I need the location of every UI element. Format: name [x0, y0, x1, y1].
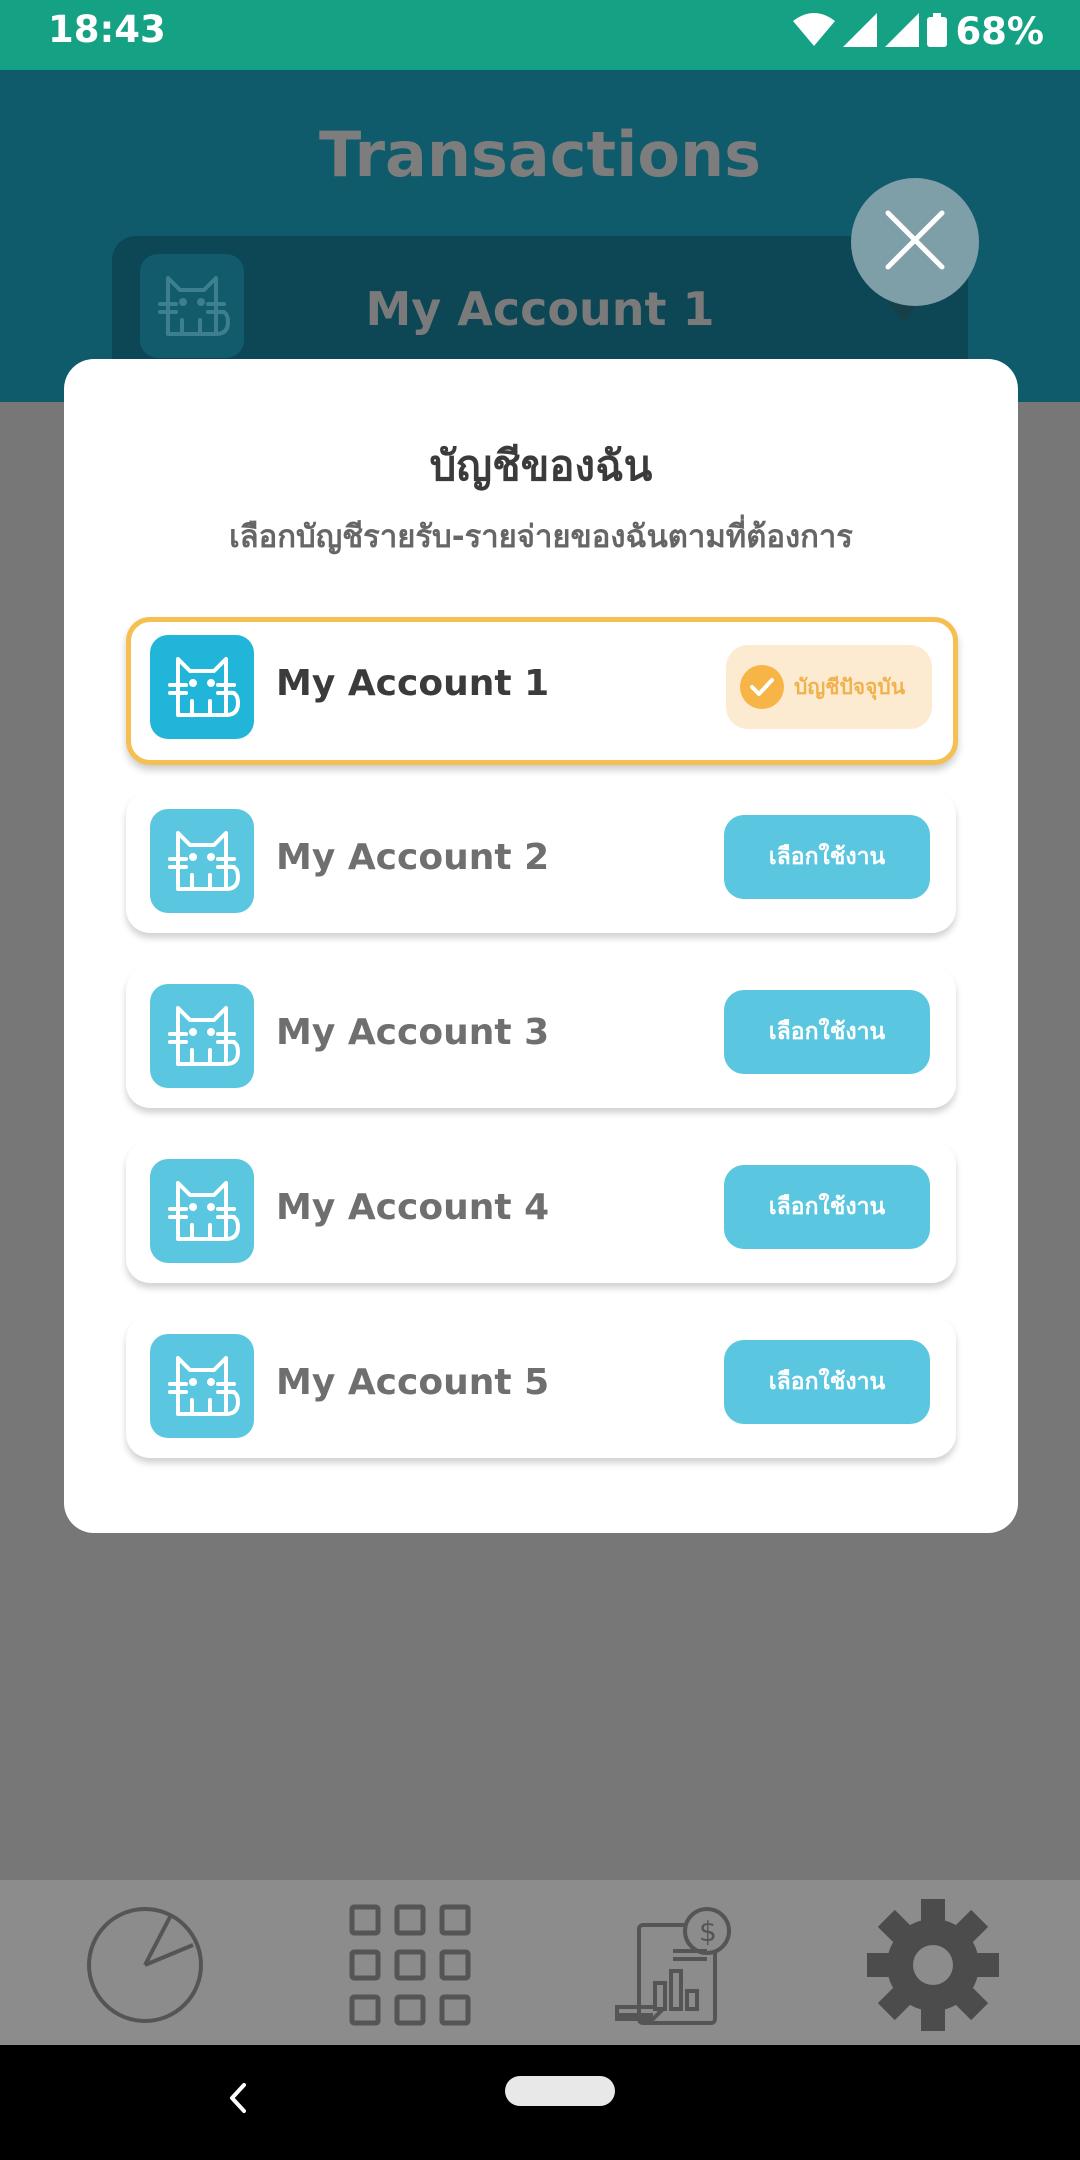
back-button[interactable] — [218, 2075, 258, 2125]
account-card-1[interactable]: My Account 1 บัญชีปัจจุบัน — [126, 617, 958, 765]
nav-item-report[interactable]: $ — [610, 1902, 740, 2032]
account-avatar — [150, 1334, 254, 1438]
gear-icon — [863, 1895, 1003, 2039]
account-name: My Account 3 — [276, 1012, 550, 1053]
account-card-5[interactable]: My Account 5 เลือกใช้งาน — [126, 1316, 956, 1458]
status-bar: 18:43 68% — [0, 0, 1080, 70]
selector-account-name: My Account 1 — [365, 282, 715, 336]
account-card-3[interactable]: My Account 3 เลือกใช้งาน — [126, 966, 956, 1108]
system-navigation-bar — [0, 2045, 1080, 2160]
cat-icon — [162, 1169, 242, 1253]
battery-percentage: 68% — [955, 10, 1044, 53]
status-icons: 68% — [793, 10, 1044, 53]
cat-icon — [162, 1344, 242, 1428]
close-modal-button[interactable] — [851, 178, 979, 306]
chevron-left-icon — [226, 2081, 250, 2119]
modal-subtitle: เลือกบัญชีรายรับ-รายจ่ายของฉันตามที่ต้อง… — [229, 519, 853, 555]
pie-chart-icon — [85, 1905, 205, 2029]
select-account-button[interactable]: เลือกใช้งาน — [724, 1165, 930, 1249]
account-name: My Account 5 — [276, 1362, 550, 1403]
select-account-button[interactable]: เลือกใช้งาน — [724, 815, 930, 899]
cat-icon — [162, 645, 242, 729]
nav-item-categories[interactable] — [345, 1902, 475, 2032]
account-avatar — [150, 809, 254, 913]
select-account-button[interactable]: เลือกใช้งาน — [724, 990, 930, 1074]
nav-item-dashboard[interactable] — [80, 1902, 210, 2032]
current-account-label: บัญชีปัจจุบัน — [794, 674, 906, 699]
current-account-badge: บัญชีปัจจุบัน — [726, 645, 932, 729]
account-name: My Account 4 — [276, 1187, 550, 1228]
wifi-icon — [793, 12, 836, 51]
modal-title: บัญชีของฉัน — [429, 441, 653, 490]
grid-icon — [348, 1903, 472, 2031]
cellular-signal-icon — [843, 12, 878, 51]
cat-icon — [162, 819, 242, 903]
account-avatar — [150, 984, 254, 1088]
account-picker-modal: บัญชีของฉัน เลือกบัญชีรายรับ-รายจ่ายของฉ… — [64, 359, 1018, 1533]
account-avatar — [150, 1159, 254, 1263]
account-card-2[interactable]: My Account 2 เลือกใช้งาน — [126, 791, 956, 933]
cat-icon — [162, 994, 242, 1078]
home-button[interactable] — [505, 2076, 615, 2106]
select-account-button[interactable]: เลือกใช้งาน — [724, 1340, 930, 1424]
svg-text:$: $ — [699, 1915, 717, 1948]
account-name: My Account 1 — [276, 663, 550, 704]
account-card-4[interactable]: My Account 4 เลือกใช้งาน — [126, 1141, 956, 1283]
account-avatar — [150, 635, 254, 739]
battery-icon — [927, 12, 948, 51]
cellular-signal-2-icon — [885, 12, 920, 51]
check-circle-icon — [740, 665, 784, 709]
financial-report-icon: $ — [613, 1903, 737, 2031]
status-time: 18:43 — [48, 8, 166, 51]
bottom-nav: $ — [0, 1880, 1080, 2045]
account-name: My Account 2 — [276, 837, 550, 878]
close-icon — [884, 209, 946, 275]
nav-item-settings[interactable] — [867, 1899, 999, 2032]
